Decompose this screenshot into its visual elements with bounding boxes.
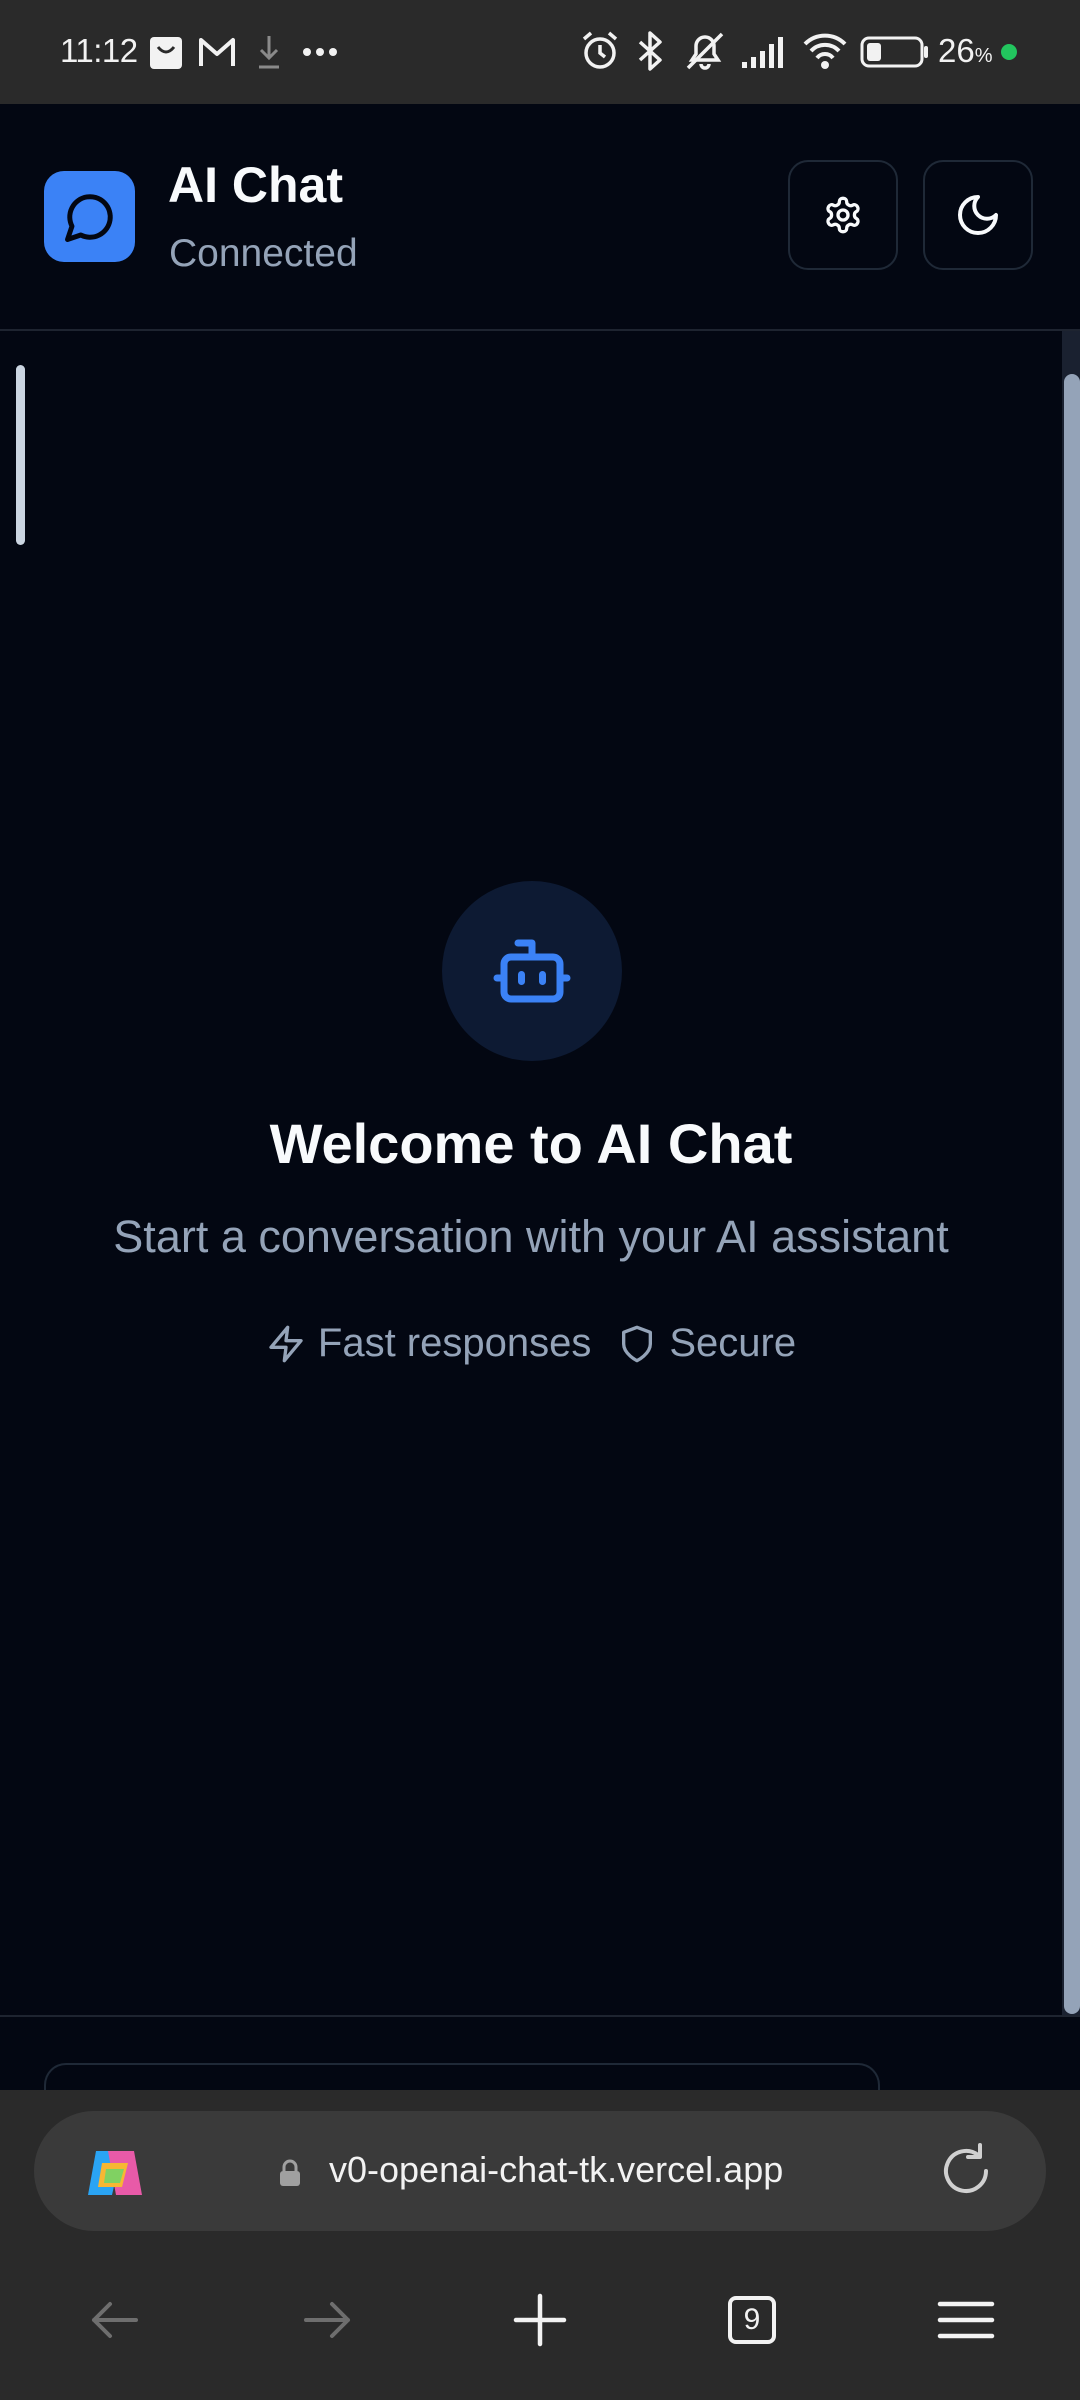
battery-percent: 26%: [938, 32, 993, 69]
zap-icon: [269, 1325, 303, 1362]
signal-icon: [742, 37, 783, 68]
gmail-icon: [199, 38, 235, 66]
mute-icon: [686, 32, 724, 70]
feature-fast: Fast responses: [266, 1321, 591, 1366]
battery-icon: [860, 36, 928, 68]
moon-icon: [958, 195, 998, 235]
back-icon[interactable]: [88, 2290, 142, 2350]
lock-icon: [280, 2159, 300, 2186]
forward-icon[interactable]: [300, 2290, 354, 2350]
address-bar[interactable]: v0-openai-chat-tk.vercel.app: [34, 2111, 1046, 2231]
copilot-icon[interactable]: [82, 2143, 148, 2203]
tab-count-button[interactable]: 9: [728, 2296, 776, 2344]
app-title: AI Chat: [168, 157, 343, 213]
alarm-icon: [582, 31, 618, 69]
bot-avatar: [442, 881, 622, 1061]
scrollbar-thumb[interactable]: [1064, 374, 1080, 2014]
browser-nav: 9: [0, 2290, 1080, 2360]
settings-button[interactable]: [788, 160, 898, 270]
shopping-bag-icon: [150, 37, 182, 69]
welcome-title: Welcome to AI Chat: [269, 1112, 793, 1175]
wifi-icon: [803, 33, 847, 69]
feature-list: Fast responses Secure: [0, 1321, 1062, 1366]
gear-icon: [826, 196, 860, 234]
url-text[interactable]: v0-openai-chat-tk.vercel.app: [329, 2149, 783, 2191]
shield-icon: [622, 1325, 653, 1362]
reload-icon[interactable]: [934, 2139, 998, 2203]
welcome-subtitle: Start a conversation with your AI assist…: [113, 1211, 949, 1262]
connection-status: Connected: [169, 232, 358, 275]
feature-secure: Secure: [617, 1321, 796, 1366]
chat-messages-area[interactable]: Welcome to AI Chat Start a conversation …: [0, 331, 1080, 2015]
scrollbar[interactable]: [1062, 331, 1080, 2015]
feature-label: Fast responses: [317, 1321, 592, 1365]
bot-icon: [493, 939, 571, 1003]
message-circle-icon: [64, 193, 113, 242]
online-indicator: [1001, 44, 1017, 60]
browser-toolbar: v0-openai-chat-tk.vercel.app 9: [0, 2090, 1080, 2400]
status-time: 11:12: [60, 32, 138, 69]
status-bar: 11:12 26%: [0, 0, 1080, 104]
scroll-indicator: [16, 365, 25, 545]
new-tab-icon[interactable]: [512, 2290, 568, 2350]
app-logo: [44, 171, 135, 262]
app-header: AI Chat Connected: [0, 104, 1080, 331]
composer-area: [0, 2015, 1080, 2125]
bluetooth-icon: [638, 31, 662, 71]
more-dots-icon: [303, 48, 337, 56]
download-icon: [259, 36, 279, 69]
feature-label: Secure: [669, 1321, 797, 1365]
theme-toggle-button[interactable]: [923, 160, 1033, 270]
menu-icon[interactable]: [936, 2290, 996, 2350]
